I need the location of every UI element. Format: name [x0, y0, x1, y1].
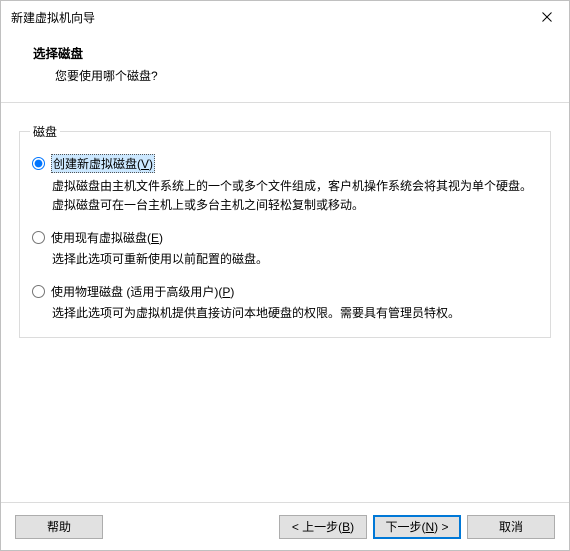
page-heading: 选择磁盘 [33, 43, 551, 62]
back-button[interactable]: < 上一步(B) [279, 515, 367, 539]
label-use-existing-disk[interactable]: 使用现有虚拟磁盘(E) [51, 229, 163, 246]
desc-create-new-disk: 虚拟磁盘由主机文件系统上的一个或多个文件组成，客户机操作系统会将其视为单个硬盘。… [52, 177, 536, 215]
disk-group: 磁盘 创建新虚拟磁盘(V) 虚拟磁盘由主机文件系统上的一个或多个文件组成，客户机… [19, 123, 551, 338]
disk-group-legend: 磁盘 [30, 123, 60, 140]
next-button[interactable]: 下一步(N) > [373, 515, 461, 539]
option-create-new-disk: 创建新虚拟磁盘(V) 虚拟磁盘由主机文件系统上的一个或多个文件组成，客户机操作系… [32, 154, 536, 215]
wizard-footer: 帮助 < 上一步(B) 下一步(N) > 取消 [1, 502, 569, 550]
radio-use-existing-disk[interactable] [32, 231, 45, 244]
radio-use-physical-disk[interactable] [32, 285, 45, 298]
help-button[interactable]: 帮助 [15, 515, 103, 539]
title-bar: 新建虚拟机向导 [1, 1, 569, 33]
page-subheading: 您要使用哪个磁盘? [55, 67, 551, 84]
option-use-physical-disk: 使用物理磁盘 (适用于高级用户)(P) 选择此选项可为虚拟机提供直接访问本地硬盘… [32, 283, 536, 323]
close-button[interactable] [524, 2, 569, 32]
desc-use-physical-disk: 选择此选项可为虚拟机提供直接访问本地硬盘的权限。需要具有管理员特权。 [52, 304, 536, 323]
desc-use-existing-disk: 选择此选项可重新使用以前配置的磁盘。 [52, 250, 536, 269]
wizard-header: 选择磁盘 您要使用哪个磁盘? [1, 33, 569, 102]
window-title: 新建虚拟机向导 [11, 9, 524, 26]
radio-create-new-disk[interactable] [32, 157, 45, 170]
label-create-new-disk[interactable]: 创建新虚拟磁盘(V) [51, 154, 155, 173]
cancel-button[interactable]: 取消 [467, 515, 555, 539]
label-use-physical-disk[interactable]: 使用物理磁盘 (适用于高级用户)(P) [51, 283, 234, 300]
close-icon [542, 12, 552, 22]
wizard-content: 磁盘 创建新虚拟磁盘(V) 虚拟磁盘由主机文件系统上的一个或多个文件组成，客户机… [1, 103, 569, 338]
option-use-existing-disk: 使用现有虚拟磁盘(E) 选择此选项可重新使用以前配置的磁盘。 [32, 229, 536, 269]
